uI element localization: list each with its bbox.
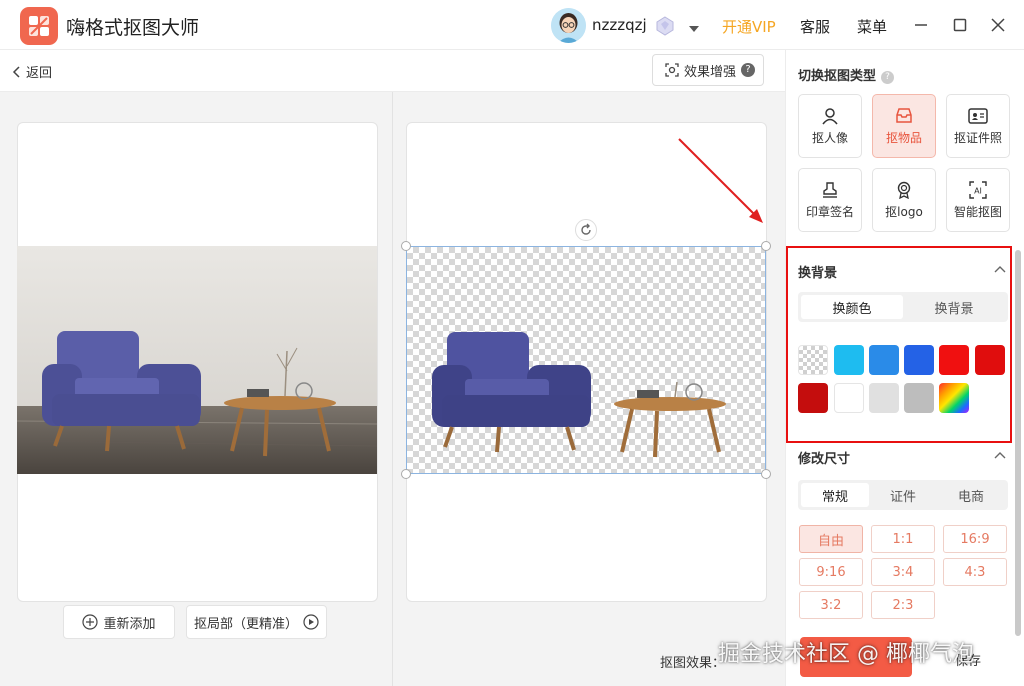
scan-icon <box>665 63 679 77</box>
swatch-dark-red[interactable] <box>798 383 828 413</box>
resize-handle-bottom-right[interactable] <box>761 469 771 479</box>
medal-icon <box>897 181 911 199</box>
type-label: 抠logo <box>885 204 923 219</box>
type-label: 抠人像 <box>811 130 848 145</box>
armchair-cutout-graphic <box>432 332 591 453</box>
swatch-custom-gradient[interactable] <box>939 383 969 413</box>
swatch-white[interactable] <box>834 383 864 413</box>
watermark-text: 掘金技术社区 @ 椰椰气泡 <box>718 642 974 667</box>
local-cutout-label: 抠局部（更精准） <box>193 616 298 632</box>
type-stamp-button[interactable]: 印章签名 <box>798 168 862 232</box>
back-label: 返回 <box>26 66 53 81</box>
type-ai-button[interactable]: AI 智能抠图 <box>946 168 1010 232</box>
maximize-icon[interactable] <box>949 14 971 36</box>
id-card-icon <box>968 107 988 124</box>
stamp-icon <box>823 181 837 198</box>
swatch-light-blue[interactable] <box>834 345 864 375</box>
menu-button[interactable]: 菜单 <box>857 16 887 37</box>
resize-handle-bottom-left[interactable] <box>401 469 411 479</box>
gem-icon <box>654 15 676 41</box>
help-badge: ? <box>741 63 756 77</box>
size-option[interactable]: 3:2 <box>799 591 863 619</box>
sidebar-scrollbar[interactable] <box>1015 250 1021 636</box>
cutout-result[interactable] <box>406 246 766 474</box>
swatch-light-gray[interactable] <box>869 383 899 413</box>
type-object-button[interactable]: 抠物品 <box>872 94 936 158</box>
play-circle-icon <box>303 614 319 630</box>
cutout-type-title-text: 切换抠图类型 <box>798 69 877 84</box>
size-tabs: 常规 证件 电商 <box>798 480 1008 510</box>
enhance-label: 效果增强 <box>684 64 737 80</box>
swatch-royal-blue[interactable] <box>904 345 934 375</box>
chevron-down-icon[interactable] <box>688 19 700 38</box>
original-photo <box>17 246 377 474</box>
type-label: 印章签名 <box>805 204 854 219</box>
size-option[interactable]: 3:4 <box>871 558 935 586</box>
resize-handle-top-left[interactable] <box>401 241 411 251</box>
app-title: 嗨格式抠图大师 <box>66 17 200 39</box>
annotation-arrow-icon <box>678 138 763 223</box>
user-avatar[interactable] <box>551 8 586 43</box>
vip-button[interactable]: 开通VIP <box>722 16 776 37</box>
table-cutout-graphic <box>614 381 726 458</box>
swatch-red-2[interactable] <box>975 345 1005 375</box>
effect-label: 抠图效果： <box>660 656 726 671</box>
resize-handle-top-right[interactable] <box>761 241 771 251</box>
title-bar: 嗨格式抠图大师 nzzzqzj 开通VIP 客服 菜单 <box>0 0 1024 50</box>
app-logo-icon <box>29 16 49 36</box>
service-button[interactable]: 客服 <box>800 16 830 37</box>
swatch-red[interactable] <box>939 345 969 375</box>
background-section-title: 换背景 <box>798 266 838 281</box>
help-icon[interactable]: ? <box>881 71 895 84</box>
tab-change-color[interactable]: 换颜色 <box>801 295 903 319</box>
size-section-title: 修改尺寸 <box>798 452 851 467</box>
tab-id[interactable]: 证件 <box>869 483 937 507</box>
size-option[interactable]: 4:3 <box>943 558 1007 586</box>
rotate-icon[interactable] <box>575 219 597 241</box>
workspace-divider <box>392 92 393 686</box>
type-label: 智能抠图 <box>953 204 1002 219</box>
swatch-transparent[interactable] <box>798 345 828 375</box>
size-option[interactable]: 1:1 <box>871 525 935 553</box>
app-logo <box>20 7 58 45</box>
username[interactable]: nzzzqzj <box>592 16 647 34</box>
svg-text:AI: AI <box>974 186 982 195</box>
type-logo-button[interactable]: 抠logo <box>872 168 936 232</box>
minimize-icon[interactable] <box>910 14 932 36</box>
enhance-button[interactable]: 效果增强 ? <box>652 54 764 86</box>
type-portrait-button[interactable]: 抠人像 <box>798 94 862 158</box>
size-option[interactable]: 自由 <box>799 525 863 553</box>
type-label: 抠物品 <box>885 130 922 145</box>
plus-circle-icon <box>82 614 99 630</box>
tab-ecommerce[interactable]: 电商 <box>937 483 1005 507</box>
ai-icon: AI <box>969 180 987 199</box>
cutout-type-title: 切换抠图类型? <box>798 65 895 84</box>
back-button[interactable]: 返回 <box>12 62 52 81</box>
local-cutout-button[interactable]: 抠局部（更精准） <box>186 605 327 639</box>
type-label: 抠证件照 <box>953 130 1002 145</box>
size-option[interactable]: 2:3 <box>871 591 935 619</box>
swatch-blue[interactable] <box>869 345 899 375</box>
swatch-gray[interactable] <box>904 383 934 413</box>
readd-label: 重新添加 <box>103 616 156 632</box>
chevron-left-icon <box>12 65 20 78</box>
readd-button[interactable]: 重新添加 <box>63 605 175 639</box>
chevron-up-icon[interactable] <box>994 449 1006 461</box>
close-icon[interactable] <box>987 14 1009 36</box>
size-option[interactable]: 9:16 <box>799 558 863 586</box>
tab-regular[interactable]: 常规 <box>801 483 869 507</box>
type-idphoto-button[interactable]: 抠证件照 <box>946 94 1010 158</box>
person-icon <box>822 107 838 124</box>
chevron-up-icon[interactable] <box>994 263 1006 275</box>
size-option[interactable]: 16:9 <box>943 525 1007 553</box>
tab-change-background[interactable]: 换背景 <box>903 295 1005 319</box>
box-icon <box>896 107 912 123</box>
background-tabs: 换颜色 换背景 <box>798 292 1008 322</box>
